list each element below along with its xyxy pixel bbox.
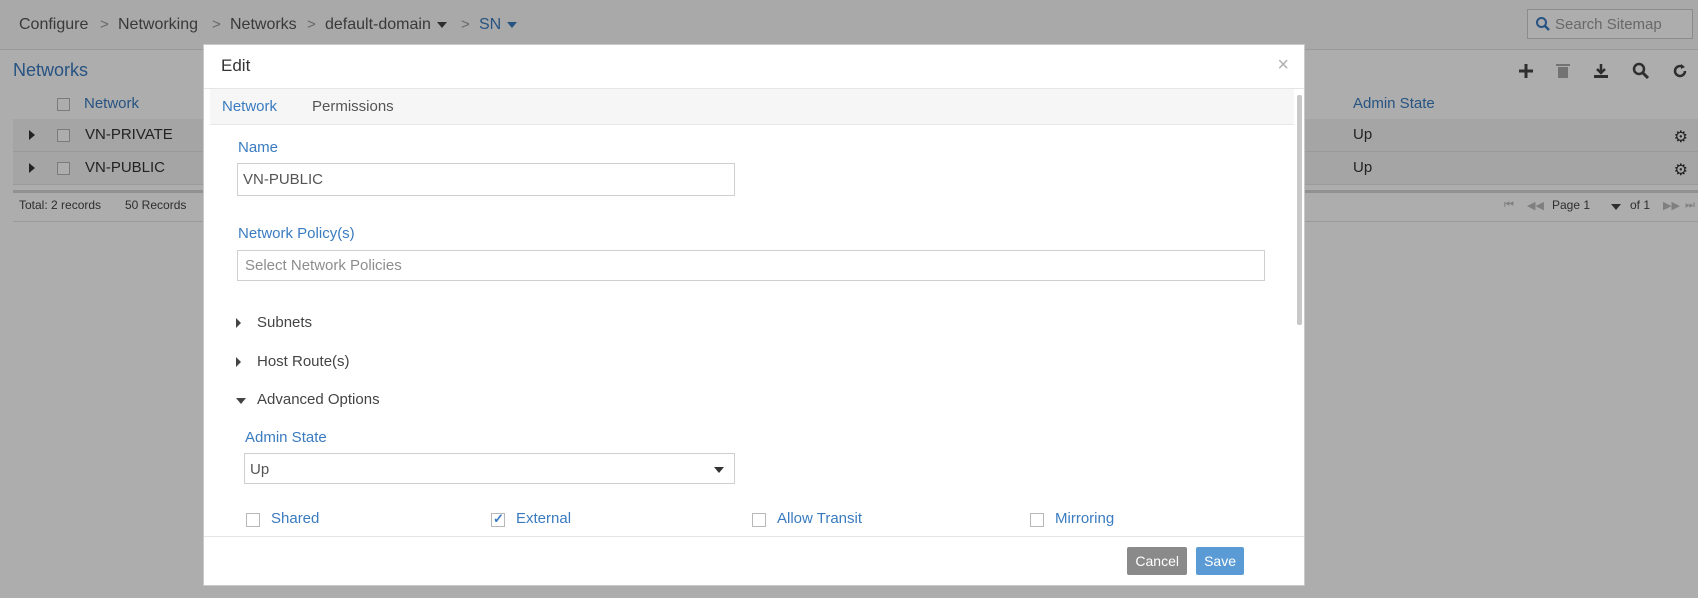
shared-label: Shared — [271, 510, 320, 527]
modal-footer: Cancel Save — [204, 536, 1304, 585]
allow-transit-label: Allow Transit — [777, 510, 863, 527]
close-icon[interactable]: × — [1277, 54, 1289, 77]
edit-network-modal: Edit × Network Permissions Name VN-PUBLI… — [203, 44, 1305, 586]
scrollbar[interactable] — [1297, 95, 1302, 325]
host-routes-label: Host Route(s) — [257, 353, 350, 370]
subnets-section-toggle[interactable]: Subnets — [236, 314, 436, 332]
name-field-value: VN-PUBLIC — [243, 171, 324, 188]
network-policy-label: Network Policy(s) — [238, 225, 355, 242]
caret-down-icon — [236, 398, 246, 404]
caret-right-icon — [236, 357, 241, 367]
subnets-label: Subnets — [257, 314, 313, 331]
modal-title: Edit — [221, 56, 251, 75]
chevron-down-icon — [714, 467, 724, 473]
network-policy-placeholder: Select Network Policies — [245, 257, 402, 274]
cancel-button[interactable]: Cancel — [1127, 547, 1187, 575]
admin-state-label: Admin State — [245, 429, 327, 446]
mirroring-checkbox[interactable] — [1030, 513, 1044, 527]
network-policy-input[interactable]: Select Network Policies — [237, 250, 1265, 281]
modal-header: Edit × — [204, 45, 1304, 89]
external-label: External — [516, 510, 572, 527]
save-button[interactable]: Save — [1196, 547, 1244, 575]
advanced-options-label: Advanced Options — [257, 391, 380, 408]
name-label: Name — [238, 139, 279, 156]
mirroring-label: Mirroring — [1055, 510, 1115, 527]
checkmark-icon: ✓ — [493, 511, 504, 526]
allow-transit-checkbox[interactable] — [752, 513, 766, 527]
host-routes-section-toggle[interactable]: Host Route(s) — [236, 353, 436, 371]
caret-right-icon — [236, 318, 241, 328]
advanced-options-section-toggle[interactable]: Advanced Options — [236, 391, 436, 409]
name-field[interactable]: VN-PUBLIC — [237, 163, 735, 196]
modal-tabs: Network Permissions — [210, 89, 1294, 125]
tab-permissions[interactable]: Permissions — [312, 98, 394, 115]
external-checkbox[interactable]: ✓ — [491, 511, 505, 527]
tab-network[interactable]: Network — [222, 98, 277, 115]
admin-state-selected: Up — [250, 461, 270, 478]
admin-state-select[interactable]: Up — [244, 453, 735, 484]
shared-checkbox[interactable] — [246, 513, 260, 527]
